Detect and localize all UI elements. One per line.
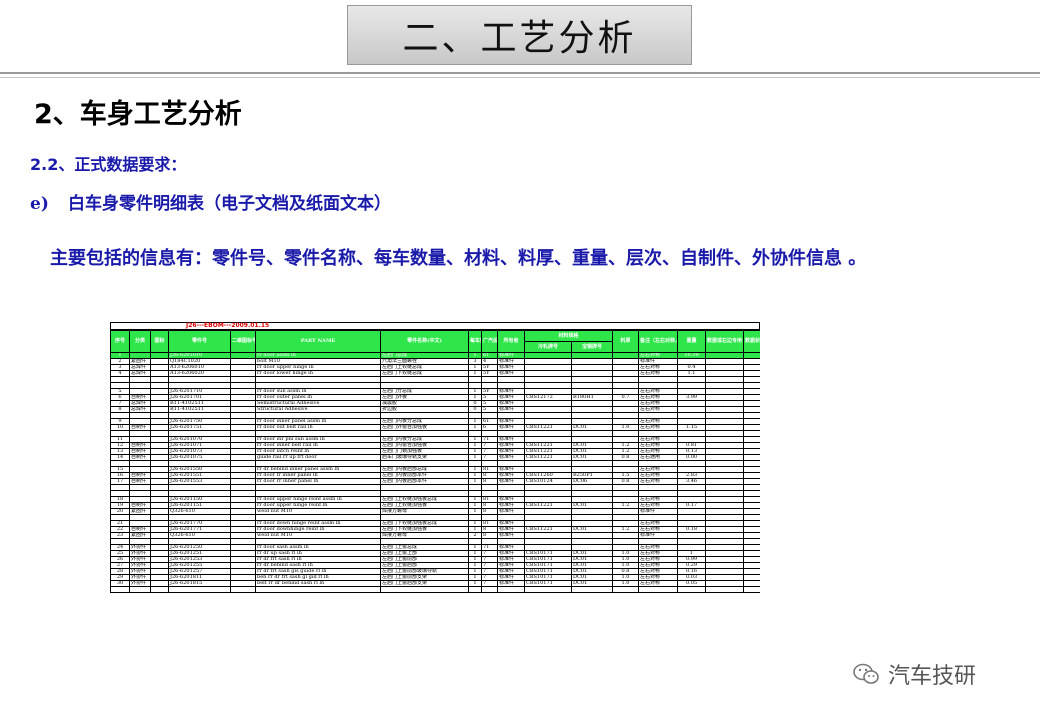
table-cell: [168, 586, 231, 593]
section-heading: 2、车身工艺分析: [34, 99, 242, 130]
header-cell: 序号: [110, 330, 130, 353]
sheet-title: J26---EBOM---2009.01.15: [110, 322, 760, 330]
table-cell: [677, 586, 707, 593]
header-group-cell: 材料规格: [523, 330, 614, 342]
table-cell: [638, 586, 679, 593]
header-cell: 零件号: [168, 330, 231, 353]
header-cell: 备注（左右对称，标准件）: [638, 330, 679, 353]
header-cell: 零件名称(中文): [380, 330, 469, 353]
table-cell: [129, 586, 151, 593]
list-item-e: e) 白车身零件明细表（电子文档及纸面文本）: [30, 189, 391, 214]
bom-table-header: 序号 分类 图标 零件号 二维图标号 PART NAME 零件名称(中文) 每车…: [110, 330, 760, 353]
bom-table: 序号 分类 图标 零件号 二维图标号 PART NAME 零件名称(中文) 每车…: [110, 330, 760, 593]
table-cell: [481, 586, 498, 593]
header-cell: 宝钢牌号: [570, 341, 614, 353]
table-cell: [380, 586, 469, 593]
header-cell: 数据状态（如是是否填写为"Y"）: [743, 330, 760, 353]
title-divider-thin: [0, 77, 1040, 78]
header-cell: 图标: [150, 330, 169, 353]
header-cell: 料厚: [612, 330, 640, 353]
table-cell: [705, 586, 745, 593]
list-item-text: 白车身零件明细表（电子文档及纸面文本）: [68, 194, 391, 214]
header-cell: 广汽设计的标识: [481, 330, 498, 353]
list-marker: e): [30, 194, 49, 214]
subsection-heading: 2.2、正式数据要求：: [30, 155, 187, 174]
table-cell: [110, 586, 130, 593]
header-cell: 重量: [677, 330, 707, 353]
bom-table-body: 1 J26-6201010 rr door assm lh 左后门总成 1 6T 标准件 左右…: [110, 352, 760, 593]
header-cell: 冷轧牌号: [524, 341, 572, 353]
header-cell: PART NAME: [255, 330, 381, 353]
header-cell: 数据或右边专用: [705, 330, 745, 353]
table-cell: [612, 586, 640, 593]
table-cell: [497, 586, 525, 593]
table-cell: [230, 586, 256, 593]
header-cell: 分类: [129, 330, 151, 353]
bom-spreadsheet-image: J26---EBOM---2009.01.15 序号 分类 图标 零件号 二维图…: [110, 322, 760, 690]
table-cell: [570, 586, 614, 593]
slide-title: 二、工艺分析: [347, 5, 692, 65]
header-cell: 每车数量: [468, 330, 482, 353]
table-row: [110, 586, 760, 593]
watermark-text: 汽车技研: [888, 664, 977, 689]
header-cell: 所有者: [497, 330, 525, 353]
body-paragraph: 主要包括的信息有：零件号、零件名称、每车数量、材料、料厚、重量、层次、自制件、外…: [50, 248, 867, 269]
watermark: 汽车技研: [852, 658, 976, 690]
title-divider: [0, 72, 1040, 74]
table-cell: [524, 586, 572, 593]
table-cell: [255, 586, 381, 593]
table-cell: [743, 586, 760, 593]
wechat-icon: [852, 662, 880, 686]
header-cell: 二维图标号: [230, 330, 256, 353]
table-cell: [150, 586, 169, 593]
table-cell: [468, 586, 482, 593]
